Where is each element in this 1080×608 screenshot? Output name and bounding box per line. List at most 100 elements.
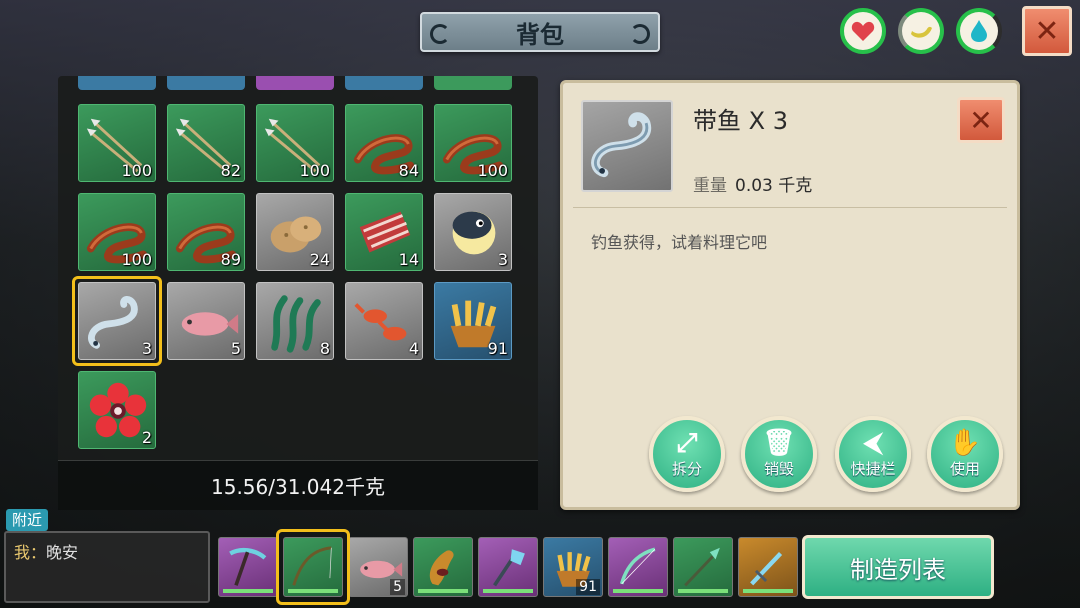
inventory-panel: 100 82 100 84 100 100 89 24 14 3 3 5 8 4 91 2 15.56/31.… [58,76,538,510]
chat-speaker: 我： [14,543,47,562]
destroy-button[interactable]: 🗑 销毁 [741,416,817,492]
durability-bar [418,589,468,593]
item-count: 8 [319,339,330,358]
inventory-slot-eel[interactable]: 3 [78,282,156,360]
hotbar-slot-canteen[interactable] [413,537,473,597]
inventory-slot-pink-fish[interactable]: 5 [167,282,245,360]
inventory-slot-arrows[interactable]: 82 [167,104,245,182]
page-title: 背包 [420,12,660,52]
inventory-slot-worm[interactable]: 100 [434,104,512,182]
banana-icon [911,26,932,38]
inventory-slot-arrows[interactable]: 100 [78,104,156,182]
crystal-bow-icon [619,547,656,585]
inventory-slot-partial[interactable] [345,76,423,90]
item-count: 100 [299,161,330,180]
inventory-slot-crayfish[interactable]: 4 [345,282,423,360]
split-button[interactable]: ⤢ 拆分 [649,416,725,492]
thirst-status [956,8,1002,54]
inventory-slot-meat[interactable]: 14 [345,193,423,271]
quickbar-button[interactable]: ⮜ 快捷栏 [835,416,911,492]
quickbar-button-label: 快捷栏 [850,459,896,478]
item-description: 钓鱼获得，试着料理它吧 [591,233,768,252]
item-count: 100 [121,250,152,269]
hotbar-slot-crystal-sword[interactable] [738,537,798,597]
item-detail-image [581,100,673,192]
hotbar-slot-crystal-bow[interactable] [608,537,668,597]
hotbar-slot-pink-fish[interactable]: 5 [348,537,408,597]
durability-bar [223,589,273,593]
crystal-sword-icon [750,552,783,586]
inventory-slot-seaweed[interactable]: 8 [256,282,334,360]
hunger-status [898,8,944,54]
water-drop-icon [971,20,987,42]
durability-bar [613,589,663,593]
item-detail-panel: 带鱼 X 3 重量 0.03 千克 ✕ 钓鱼获得，试着料理它吧 ⤢ 拆分 🗑 销毁… [560,80,1020,510]
hotbar-slot-crystal-spear[interactable] [673,537,733,597]
crystal-spear-icon [684,547,720,587]
inventory-slot-partial[interactable] [78,76,156,90]
inventory-slot-worm[interactable]: 84 [345,104,423,182]
inventory-slot-red-flower[interactable]: 2 [78,371,156,449]
item-count: 2 [141,428,152,447]
item-weight-label: 重量 [693,176,727,196]
crystal-axe-icon [493,549,525,587]
inventory-slot-arrows[interactable]: 100 [256,104,334,182]
item-count: 84 [398,161,419,180]
chat-message: 晚安 [46,543,79,562]
inventory-slot-partial[interactable] [434,76,512,90]
inventory-slot-partial[interactable] [256,76,334,90]
craft-list-label: 制造列表 [850,555,946,584]
hotbar-selection-frame [276,529,350,605]
carry-weight: 15.56/31.042千克 [58,460,538,510]
back-arrow-icon: ⮜ [863,427,883,458]
detail-divider [573,207,1007,208]
trash-icon: 🗑 [762,427,796,458]
item-count: 24 [309,250,330,269]
inventory-slot-partial[interactable] [167,76,245,90]
close-inventory-button[interactable]: ✕ [1022,6,1072,56]
carry-weight-value: 15.56/31.042千克 [211,475,385,499]
item-count: 100 [121,161,152,180]
item-count: 4 [408,339,419,358]
hotbar-slot-crystal-axe[interactable] [478,537,538,597]
inventory-slot-worm[interactable]: 89 [167,193,245,271]
durability-bar [483,589,533,593]
health-status [840,8,886,54]
hotbar-slot-fries[interactable]: 91 [543,537,603,597]
inventory-slot-worm[interactable]: 100 [78,193,156,271]
item-count: 5 [230,339,241,358]
chat-tab-nearby[interactable]: 附近 [6,509,49,531]
eel-icon [591,112,652,178]
durability-bar [743,589,793,593]
inventory-slot-potato[interactable]: 24 [256,193,334,271]
use-button-label: 使用 [949,459,980,478]
split-arrows-icon: ⤢ [676,427,698,458]
chat-box[interactable]: 我：晚安 [4,531,210,603]
item-count: 100 [477,161,508,180]
item-count: 3 [141,339,152,358]
item-count: 3 [497,250,508,269]
item-count: 91 [576,579,600,595]
inventory-slot-pufferfish[interactable]: 3 [434,193,512,271]
canteen-icon [429,550,454,586]
item-count: 91 [487,339,508,358]
item-count: 89 [220,250,241,269]
close-detail-button[interactable]: ✕ [957,97,1005,143]
item-name: 带鱼 X 3 [693,107,788,135]
craft-list-button[interactable]: 制造列表 [802,535,994,599]
split-button-label: 拆分 [671,459,702,478]
durability-bar [678,589,728,593]
item-count: 14 [398,250,419,269]
item-weight-value: 0.03 千克 [735,176,813,196]
pickaxe-icon [229,547,267,586]
close-icon: ✕ [1034,13,1060,49]
heart-icon [851,21,875,41]
inventory-slot-fries[interactable]: 91 [434,282,512,360]
close-icon: ✕ [969,103,993,137]
item-count: 5 [390,579,405,595]
destroy-button-label: 销毁 [763,459,794,478]
item-count: 82 [220,161,241,180]
use-button[interactable]: ✋ 使用 [927,416,1003,492]
item-weight: 重量 0.03 千克 [693,171,812,196]
hotbar-slot-pickaxe[interactable] [218,537,278,597]
